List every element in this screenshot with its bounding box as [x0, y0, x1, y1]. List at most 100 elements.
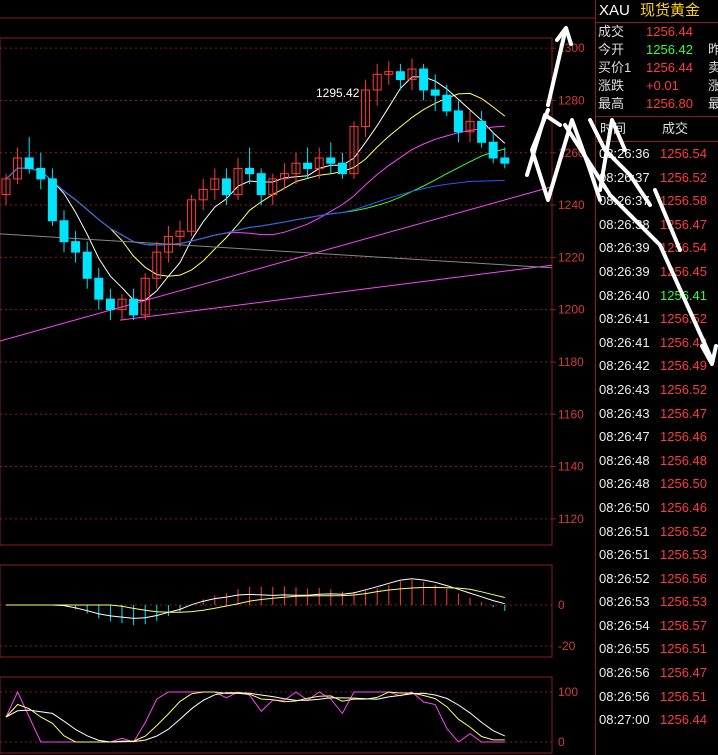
macd-tick-label: -20 — [558, 639, 576, 653]
tick-price: 1256.57 — [660, 617, 707, 633]
tick-price: 1256.47 — [660, 216, 707, 232]
tick-time: 08:26:56 — [599, 665, 650, 681]
candle-body — [303, 162, 313, 169]
quote-label: 涨跌 — [598, 78, 625, 93]
quote-label: 买价1 — [598, 60, 632, 75]
candle-body — [430, 89, 440, 96]
tick-row[interactable]: 08:26:51 1256.52 — [596, 520, 718, 544]
tick-row[interactable]: 08:26:55 1256.51 — [596, 637, 718, 661]
tick-row[interactable]: 08:26:51 1256.53 — [596, 543, 718, 567]
quote-value: 1256.44 — [646, 60, 693, 75]
tick-time: 08:26:38 — [599, 216, 650, 232]
candle-body — [488, 141, 498, 159]
y-tick-label: 1300 — [558, 41, 585, 55]
tick-row[interactable]: 08:26:42 1256.49 — [596, 354, 718, 378]
tick-price: 1256.49 — [660, 358, 707, 374]
tick-time: 08:26:54 — [599, 617, 650, 633]
quote-extra: 昨 — [708, 42, 718, 57]
tick-row[interactable]: 08:26:36 1256.54 — [596, 142, 718, 166]
tick-time: 08:26:52 — [599, 570, 650, 586]
tick-price: 1256.52 — [660, 169, 707, 185]
main-frame — [0, 37, 553, 546]
tick-row[interactable]: 08:26:41 1256.52 — [596, 307, 718, 331]
tick-price: 1256.47 — [660, 665, 707, 681]
tick-row[interactable]: 08:26:38 1256.47 — [596, 213, 718, 237]
tick-row[interactable]: 08:26:52 1256.56 — [596, 567, 718, 591]
tick-row[interactable]: 08:26:56 1256.47 — [596, 661, 718, 685]
tick-list[interactable]: 08:26:36 1256.54 08:26:37 1256.52 08:26:37 12… — [596, 142, 718, 732]
candle-body — [82, 251, 92, 279]
tick-time: 08:26:39 — [599, 263, 650, 279]
quote-row: 买价1 1256.44 卖 — [596, 59, 718, 77]
tick-price: 1256.50 — [660, 476, 707, 492]
y-tick-label: 1140 — [558, 460, 584, 474]
candle-body — [47, 178, 57, 222]
tick-price: 1256.47 — [660, 405, 707, 421]
quote-row: 成交 1256.44 — [596, 23, 718, 41]
tick-row[interactable]: 08:26:40 1256.41 — [596, 284, 718, 308]
y-tick-label: 1280 — [558, 93, 585, 107]
tick-time: 08:26:56 — [599, 688, 650, 704]
tick-price: 1256.51 — [660, 641, 707, 657]
tick-row[interactable]: 08:26:39 1256.45 — [596, 260, 718, 284]
tick-row[interactable]: 08:26:54 1256.57 — [596, 614, 718, 638]
quote-value: 1256.44 — [646, 24, 693, 39]
tick-price: 1256.56 — [660, 570, 707, 586]
tick-price: 1256.54 — [660, 240, 707, 256]
chart-canvas[interactable]: 1300 1280 1260 1240 1220 1200 1180 1160 1140 1120… — [0, 0, 595, 755]
macd-tick-label: 0 — [558, 598, 565, 612]
kdj-d — [5, 691, 505, 743]
tick-time: 08:26:43 — [599, 405, 650, 421]
tick-row[interactable]: 08:26:50 1256.46 — [596, 496, 718, 520]
y-tick-label: 1220 — [558, 250, 585, 264]
candle-body — [419, 68, 429, 91]
tick-row[interactable]: 08:26:37 1256.52 — [596, 166, 718, 190]
candle-body — [453, 110, 463, 133]
quote-row: 涨跌 +0.01 涨 — [596, 77, 718, 95]
kdj-tick-label: 100 — [558, 685, 578, 699]
ma-line — [5, 76, 506, 301]
tick-time: 08:26:47 — [599, 429, 650, 445]
kline-chart[interactable]: 1300 1280 1260 1240 1220 1200 1180 1160 1140 1120… — [0, 0, 595, 755]
tick-time: 08:26:37 — [599, 193, 650, 209]
quote-row: 今开 1256.42 昨 — [596, 41, 718, 59]
tick-time: 08:26:39 — [599, 240, 650, 256]
tick-price: 1256.45 — [660, 263, 707, 279]
tick-time: 08:26:41 — [599, 334, 650, 350]
quote-value: +0.01 — [646, 78, 679, 93]
tick-row[interactable]: 08:26:43 1256.47 — [596, 402, 718, 426]
tick-row[interactable]: 08:26:37 1256.58 — [596, 189, 718, 213]
tick-price: 1256.41 — [660, 287, 707, 303]
chart-grid: 1300 1280 1260 1240 1220 1200 1180 1160 1140 1120… — [0, 17, 595, 754]
y-tick-label: 1120 — [558, 512, 584, 526]
quote-label: 今开 — [598, 42, 625, 57]
tick-row[interactable]: 08:26:41 1256.48 — [596, 331, 718, 355]
macd-frame — [0, 564, 553, 658]
tick-row[interactable]: 08:26:48 1256.50 — [596, 472, 718, 496]
quote-extra: 涨 — [708, 78, 718, 93]
tick-row[interactable]: 08:26:47 1256.46 — [596, 425, 718, 449]
peak-annotation: 1295.42 — [316, 86, 360, 100]
candles — [1, 58, 510, 321]
tick-row[interactable]: 08:26:43 1256.52 — [596, 378, 718, 402]
tick-row[interactable]: 08:26:48 1256.48 — [596, 449, 718, 473]
candle-body — [245, 167, 255, 175]
tick-row[interactable]: 08:26:39 1256.54 — [596, 236, 718, 260]
candle-body — [105, 298, 115, 311]
candle-body — [500, 157, 510, 164]
ma-line — [5, 92, 506, 277]
tick-row[interactable]: 08:27:00 1256.44 — [596, 708, 718, 732]
tick-time: 08:26:43 — [599, 381, 650, 397]
quote-value: 1256.80 — [646, 96, 693, 111]
tick-time: 08:26:55 — [599, 641, 650, 657]
tick-time: 08:26:40 — [599, 287, 650, 303]
tick-price: 1256.46 — [660, 499, 707, 515]
instrument-name: 现货黄金 — [640, 2, 701, 19]
kdj-tick-label: 0 — [558, 735, 565, 749]
tick-row[interactable]: 08:26:53 1256.53 — [596, 590, 718, 614]
y-tick-label: 1180 — [558, 355, 584, 369]
tick-row[interactable]: 08:26:56 1256.51 — [596, 685, 718, 709]
candle-body — [59, 220, 69, 243]
candle-body — [337, 162, 347, 175]
candle-body — [221, 178, 231, 196]
